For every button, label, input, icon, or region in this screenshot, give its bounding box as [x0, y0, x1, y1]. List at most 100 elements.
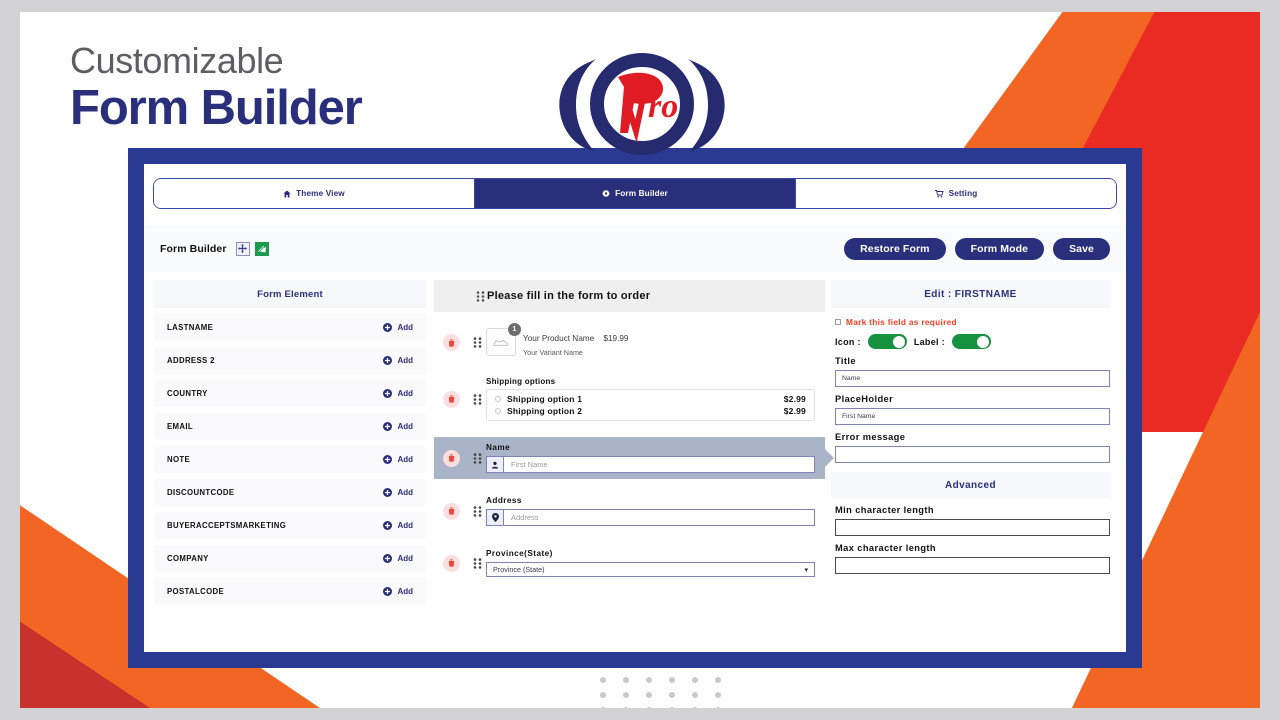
required-row[interactable]: Mark this field as required	[831, 317, 1110, 327]
required-checkbox[interactable]	[835, 319, 841, 325]
list-item[interactable]: LASTNAME Add	[154, 314, 426, 341]
toolbar: Form Builder Restore Form Form Mode Save	[144, 225, 1126, 272]
province-select[interactable]: Province (State) ▾	[486, 562, 815, 577]
element-label: COUNTRY	[167, 389, 208, 398]
poster-title: Form Builder	[70, 81, 363, 136]
tab-theme-view[interactable]: Theme View	[154, 179, 475, 208]
element-label: POSTALCODE	[167, 587, 225, 596]
add-label: Add	[397, 521, 413, 530]
delete-shipping-button[interactable]	[434, 390, 468, 408]
list-item[interactable]: EMAIL Add	[154, 413, 426, 440]
drag-handle-icon[interactable]	[468, 505, 486, 517]
plus-circle-icon	[383, 455, 393, 464]
element-label: EMAIL	[167, 422, 194, 431]
delete-name-button[interactable]	[434, 449, 468, 467]
drag-handle-icon[interactable]	[468, 557, 486, 569]
title-input[interactable]: Name	[835, 370, 1110, 387]
drag-handle-icon[interactable]	[468, 337, 486, 348]
plus-circle-icon	[383, 422, 393, 431]
list-item[interactable]: COMPANY Add	[154, 545, 426, 572]
preview-row-province[interactable]: Province(State) Province (State) ▾	[434, 543, 825, 583]
plus-circle-icon	[383, 587, 393, 596]
form-mode-button[interactable]: Form Mode	[954, 237, 1045, 260]
min-length-input[interactable]	[835, 519, 1110, 536]
add-element-button[interactable]: Add	[383, 389, 413, 398]
tab-form-builder[interactable]: Form Builder	[475, 179, 796, 208]
product-variant: Your Variant Name	[523, 348, 583, 357]
tab-setting[interactable]: Setting	[796, 179, 1116, 208]
delete-province-button[interactable]	[434, 554, 468, 572]
poster-subtitle: Customizable	[70, 40, 284, 81]
shipping-option-2[interactable]: Shipping option 2 $2.99	[495, 405, 806, 417]
icon-toggle-label: Icon :	[835, 336, 861, 347]
add-label: Add	[397, 323, 413, 332]
dot	[623, 707, 629, 708]
preview-row-name[interactable]: Name First Name	[434, 437, 834, 479]
shipping-option-1[interactable]: Shipping option 1 $2.99	[495, 393, 806, 405]
plus-circle-icon	[383, 554, 393, 563]
add-element-button[interactable]: Add	[383, 323, 413, 332]
form-preview-heading-label: Please fill in the form to order	[487, 290, 651, 302]
add-element-button[interactable]: Add	[383, 488, 413, 497]
app-window-frame: Theme View Form Builder Setting Form Bui…	[128, 148, 1142, 668]
poster-header: Customizable Form Builder	[70, 40, 363, 136]
list-item[interactable]: NOTE Add	[154, 446, 426, 473]
shoe-icon	[493, 339, 508, 346]
plus-circle-icon	[383, 323, 393, 332]
error-message-label: Error message	[835, 432, 906, 442]
radio-icon[interactable]	[495, 396, 501, 402]
pro-logo: ro	[540, 47, 745, 157]
dot	[669, 677, 675, 683]
move-resize-icon[interactable]	[235, 241, 250, 256]
add-element-button[interactable]: Add	[383, 422, 413, 431]
form-preview-heading: Please fill in the form to order	[434, 280, 825, 312]
address-field-label: Address	[486, 496, 522, 505]
restore-form-button[interactable]: Restore Form	[844, 237, 946, 260]
plus-circle-icon	[383, 389, 393, 398]
save-button[interactable]: Save	[1053, 237, 1110, 260]
trash-icon	[442, 449, 460, 467]
label-toggle[interactable]	[951, 334, 991, 349]
list-item[interactable]: COUNTRY Add	[154, 380, 426, 407]
cart-icon	[934, 189, 944, 198]
form-element-panel: Form Element LASTNAME Add ADDRESS 2 Add	[144, 280, 426, 644]
trash-icon	[442, 390, 460, 408]
product-thumbnail: 1	[486, 323, 521, 356]
add-element-button[interactable]: Add	[383, 356, 413, 365]
icon-toggle[interactable]	[867, 334, 907, 349]
list-item[interactable]: DISCOUNTCODE Add	[154, 479, 426, 506]
add-element-button[interactable]: Add	[383, 521, 413, 530]
add-element-button[interactable]: Add	[383, 587, 413, 596]
list-item[interactable]: POSTALCODE Add	[154, 578, 426, 605]
form-element-heading: Form Element	[154, 280, 426, 308]
export-excel-icon[interactable]	[254, 241, 269, 256]
radio-icon[interactable]	[495, 408, 501, 414]
add-element-button[interactable]: Add	[383, 554, 413, 563]
max-length-input[interactable]	[835, 557, 1110, 574]
drag-handle-icon[interactable]	[468, 393, 486, 405]
tab-theme-view-label: Theme View	[296, 189, 345, 198]
name-input[interactable]: First Name	[504, 456, 815, 473]
name-input-group[interactable]: First Name	[486, 456, 815, 473]
province-field-label: Province(State)	[486, 549, 553, 558]
address-input[interactable]: Address	[504, 509, 815, 526]
element-label: BUYERACCEPTSMARKETING	[167, 521, 287, 530]
add-label: Add	[397, 389, 413, 398]
placeholder-label: PlaceHolder	[835, 394, 894, 404]
required-label: Mark this field as required	[846, 317, 957, 327]
add-element-button[interactable]: Add	[383, 455, 413, 464]
delete-address-button[interactable]	[434, 502, 468, 520]
address-input-group[interactable]: Address	[486, 509, 815, 526]
preview-row-address[interactable]: Address Address	[434, 491, 825, 531]
drag-handle-icon[interactable]	[468, 452, 486, 464]
delete-product-button[interactable]	[434, 334, 468, 351]
shipping-option-2-price: $2.99	[783, 406, 806, 416]
plus-circle-icon	[383, 488, 393, 497]
list-item[interactable]: BUYERACCEPTSMARKETING Add	[154, 512, 426, 539]
edit-panel: Edit : FIRSTNAME Mark this field as requ…	[831, 280, 1116, 644]
dot	[692, 692, 698, 698]
list-item[interactable]: ADDRESS 2 Add	[154, 347, 426, 374]
error-message-input[interactable]	[835, 446, 1110, 463]
placeholder-input[interactable]: First Name	[835, 408, 1110, 425]
drag-handle-icon[interactable]	[476, 290, 485, 302]
